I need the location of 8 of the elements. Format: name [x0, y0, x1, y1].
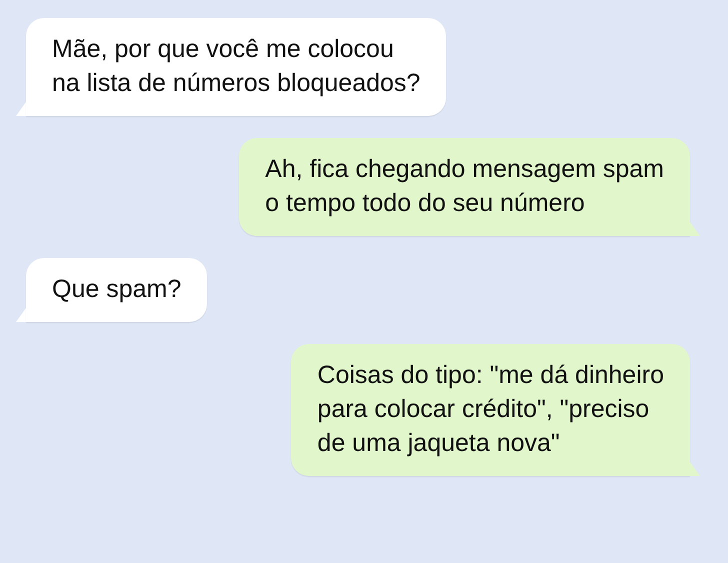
bubble-tail-icon: [16, 102, 26, 116]
bubble-tail-icon: [690, 462, 700, 476]
bubble-tail-icon: [16, 308, 26, 322]
sent-message: Coisas do tipo: "me dá dinheiro para colocar crédito", "preciso de uma jaqueta nova": [291, 344, 690, 476]
bubble-tail-icon: [690, 222, 700, 236]
sent-message: Ah, fica chegando mensagem spam o tempo todo do seu número: [239, 138, 690, 236]
received-message: Mãe, por que você me colocou na lista de números bloqueados?: [26, 18, 446, 116]
received-message: Que spam?: [26, 258, 208, 322]
